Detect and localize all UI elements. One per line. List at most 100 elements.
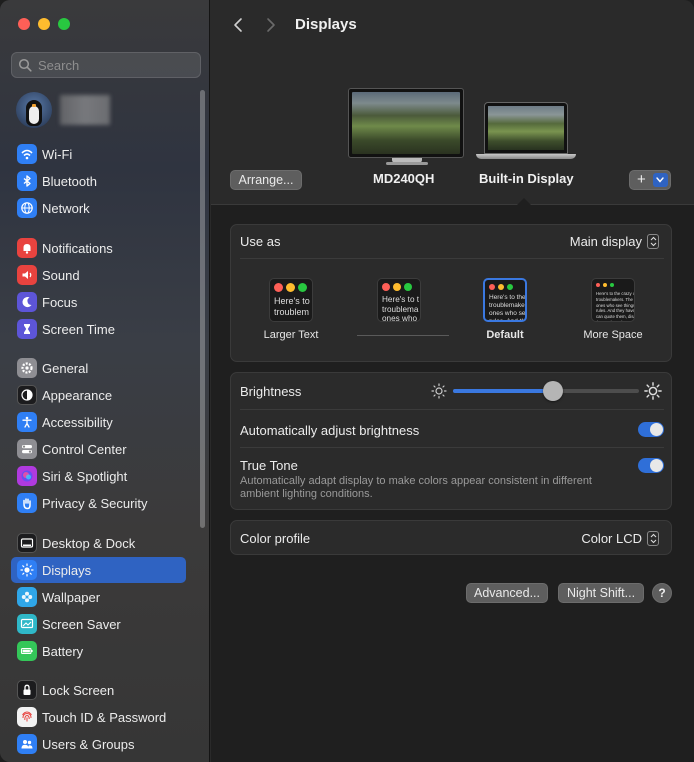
sidebar-item-label: Sound xyxy=(42,267,80,283)
resolution-option-default[interactable]: Here's to the ctroublemakersones who see… xyxy=(475,278,535,341)
sidebar-item-label: Appearance xyxy=(42,387,113,403)
external-display-name[interactable]: MD240QH xyxy=(373,171,434,186)
sidebar-item-label: Displays xyxy=(42,562,92,578)
users-icon xyxy=(17,734,37,754)
resolution-track xyxy=(357,335,449,336)
brightness-slider[interactable] xyxy=(453,381,639,401)
color-profile-value: Color LCD xyxy=(581,531,642,546)
sidebar-item-displays[interactable]: Displays xyxy=(11,557,186,583)
sidebar-scrollbar[interactable] xyxy=(200,90,205,528)
plus-icon: + xyxy=(637,171,646,188)
sidebar-item-desktop-dock[interactable]: Desktop & Dock xyxy=(11,530,186,556)
sidebar-item-bluetooth[interactable]: Bluetooth xyxy=(11,168,186,194)
sidebar-item-privacy-security[interactable]: Privacy & Security xyxy=(11,490,186,516)
resolution-preview: Here's to the crazy onetroublemakers. Th… xyxy=(591,278,635,322)
true-tone-toggle[interactable] xyxy=(638,458,664,473)
sidebar-item-label: Focus xyxy=(42,294,78,310)
zoom-window-button[interactable] xyxy=(58,18,70,30)
page-title: Displays xyxy=(295,16,357,33)
true-tone-description-1: Automatically adapt display to make colo… xyxy=(240,475,592,487)
control-center-icon xyxy=(17,439,37,459)
search-input[interactable] xyxy=(38,57,188,73)
screen-saver-icon xyxy=(17,614,37,634)
resolution-preview: Here's to the ctroublemakersones who see… xyxy=(483,278,527,322)
gear-icon xyxy=(17,358,37,378)
sidebar-item-label: Siri & Spotlight xyxy=(42,468,128,484)
fingerprint-icon xyxy=(17,707,37,727)
sidebar-item-control-center[interactable]: Control Center xyxy=(11,436,186,462)
sidebar-item-screen-saver[interactable]: Screen Saver xyxy=(11,611,186,637)
sidebar-item-label: Touch ID & Password xyxy=(42,709,167,725)
add-display-dropdown[interactable] xyxy=(652,173,668,187)
resolution-option-larger-text[interactable]: Here's to troublem Larger Text xyxy=(261,278,321,341)
brightness-high-icon xyxy=(644,382,662,400)
brightness-slider-knob[interactable] xyxy=(543,381,564,401)
sidebar-item-label: Control Center xyxy=(42,441,127,457)
sidebar-item-notifications[interactable]: Notifications xyxy=(11,235,186,261)
accessibility-icon xyxy=(17,412,37,432)
sidebar-item-battery[interactable]: Battery xyxy=(11,638,186,664)
sidebar-item-accessibility[interactable]: Accessibility xyxy=(11,409,186,435)
external-display-thumbnail[interactable] xyxy=(348,88,464,165)
night-shift-button[interactable]: Night Shift... xyxy=(558,583,644,603)
use-as-popup[interactable]: Main display xyxy=(570,234,659,249)
selected-display-indicator xyxy=(517,198,531,205)
back-button[interactable] xyxy=(228,14,248,36)
chevron-down-icon xyxy=(656,177,665,183)
color-profile-popup[interactable]: Color LCD xyxy=(581,531,659,546)
builtin-display-thumbnail[interactable] xyxy=(476,102,576,162)
main-pane: Displays Arrange... MD240QH Built-in Dis… xyxy=(211,0,694,762)
sidebar: Wi-Fi Bluetooth Network Notifications Sound F… xyxy=(0,0,210,762)
sidebar-item-touch-id-password[interactable]: Touch ID & Password xyxy=(11,704,186,730)
auto-brightness-label: Automatically adjust brightness xyxy=(240,423,420,438)
sidebar-item-label: Bluetooth xyxy=(42,173,97,189)
sidebar-item-appearance[interactable]: Appearance xyxy=(11,382,186,408)
resolution-option-more-space[interactable]: Here's to the crazy onetroublemakers. Th… xyxy=(583,278,643,341)
add-display-button[interactable]: + xyxy=(629,170,671,190)
appearance-icon xyxy=(17,385,37,405)
auto-brightness-toggle[interactable] xyxy=(638,422,664,437)
sidebar-item-label: Network xyxy=(42,200,90,216)
use-as-card: Use as Main display Here's to troublem Lar… xyxy=(230,224,672,362)
sidebar-item-network[interactable]: Network xyxy=(11,195,186,221)
resolution-option-label: Larger Text xyxy=(263,329,319,341)
forward-button[interactable] xyxy=(261,14,281,36)
arrange-button[interactable]: Arrange... xyxy=(230,170,302,190)
resolution-preview: Here's to t troublema ones who xyxy=(377,278,421,322)
sidebar-item-users-groups[interactable]: Users & Groups xyxy=(11,731,186,757)
resolution-option-scaled-2[interactable]: Here's to t troublema ones who xyxy=(369,278,429,322)
sidebar-item-siri-spotlight[interactable]: Siri & Spotlight xyxy=(11,463,186,489)
avatar xyxy=(16,92,52,128)
advanced-button[interactable]: Advanced... xyxy=(466,583,548,603)
search-field[interactable] xyxy=(11,52,201,78)
redacted-user-name xyxy=(60,95,110,125)
sidebar-item-label: Desktop & Dock xyxy=(42,535,136,551)
color-profile-card: Color profile Color LCD xyxy=(230,520,672,555)
resolution-preview: Here's to troublem xyxy=(269,278,313,322)
apple-account[interactable] xyxy=(16,91,196,129)
sidebar-item-label: Notifications xyxy=(42,240,113,256)
sidebar-item-focus[interactable]: Focus xyxy=(11,289,186,315)
sidebar-item-label: Privacy & Security xyxy=(42,495,148,511)
sidebar-item-lock-screen[interactable]: Lock Screen xyxy=(11,677,186,703)
sidebar-item-label: Screen Time xyxy=(42,321,115,337)
sidebar-item-screen-time[interactable]: Screen Time xyxy=(11,316,186,342)
display-arrangement: Arrange... MD240QH Built-in Display + xyxy=(211,50,694,205)
resolution-option-label: More Space xyxy=(583,329,643,341)
close-window-button[interactable] xyxy=(18,18,30,30)
true-tone-description-2: ambient lighting conditions. xyxy=(240,488,373,500)
brightness-slider-fill xyxy=(453,389,554,393)
hourglass-icon xyxy=(17,319,37,339)
sidebar-item-sound[interactable]: Sound xyxy=(11,262,186,288)
builtin-display-name[interactable]: Built-in Display xyxy=(479,171,574,186)
chevron-right-icon xyxy=(267,18,275,32)
sidebar-item-general[interactable]: General xyxy=(11,355,186,381)
wifi-icon xyxy=(17,144,37,164)
sidebar-item-wallpaper[interactable]: Wallpaper xyxy=(11,584,186,610)
minimize-window-button[interactable] xyxy=(38,18,50,30)
siri-icon xyxy=(17,466,37,486)
help-button[interactable]: ? xyxy=(652,583,672,603)
sidebar-item-wi-fi[interactable]: Wi-Fi xyxy=(11,141,186,167)
sidebar-item-label: Wi-Fi xyxy=(42,146,73,162)
use-as-value: Main display xyxy=(569,234,642,249)
